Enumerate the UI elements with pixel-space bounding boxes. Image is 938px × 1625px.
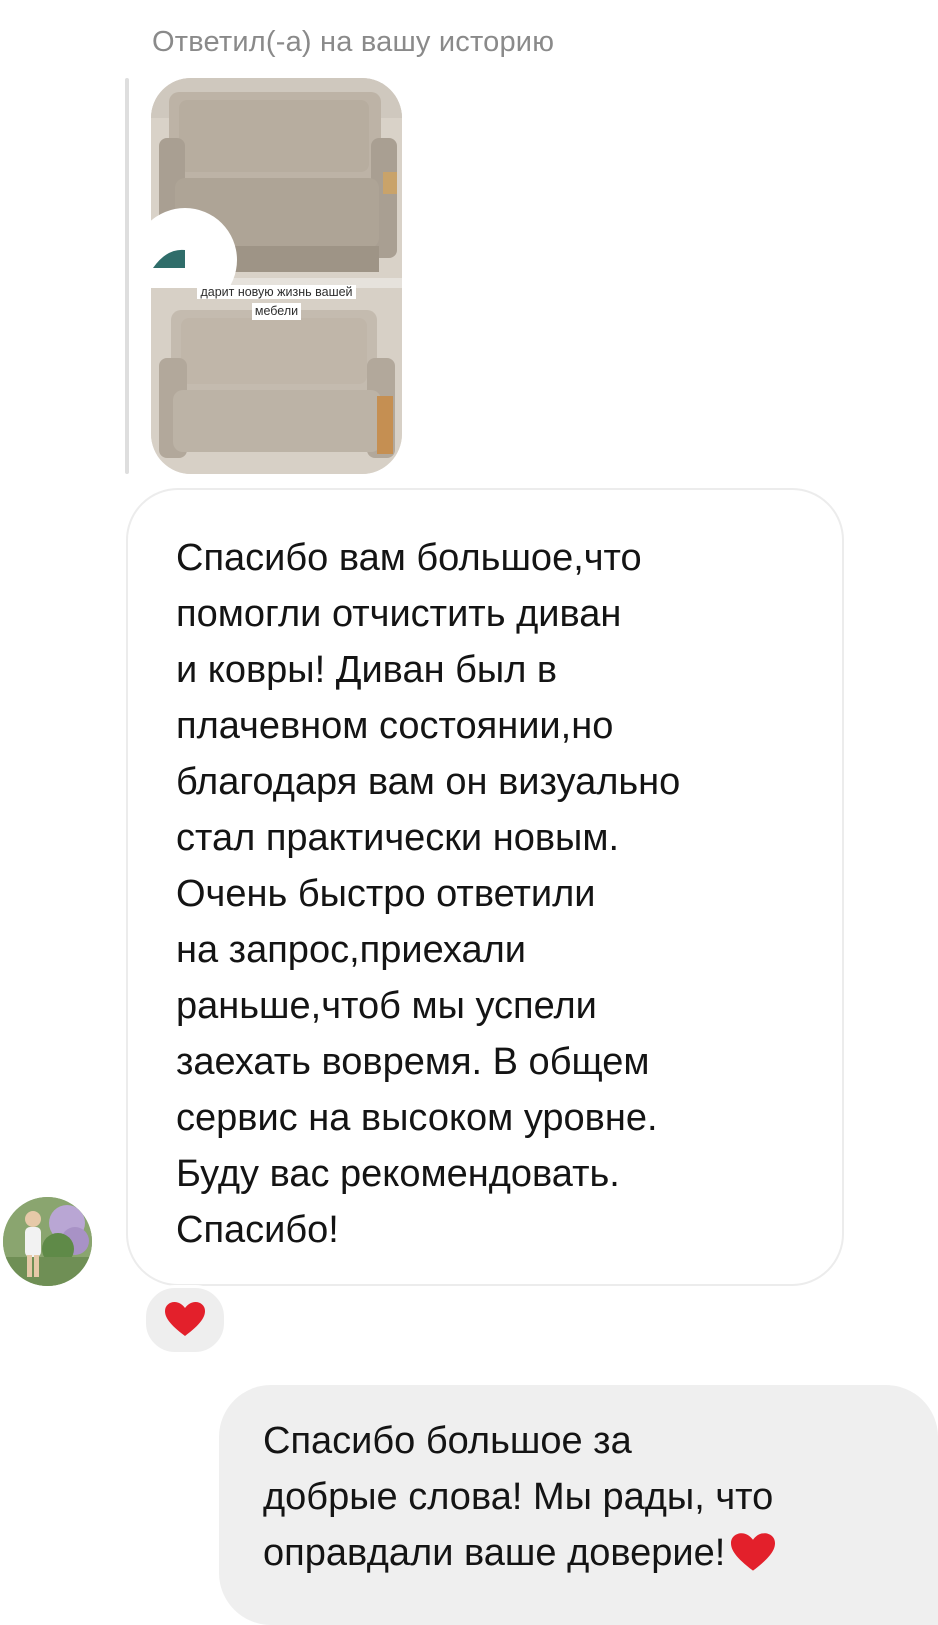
before-after-sofa-image <box>151 78 402 474</box>
story-preview-thumbnail[interactable]: дарит новую жизнь вашей мебели <box>151 78 402 474</box>
incoming-message-bubble[interactable]: Спасибо вам большое,что помогли отчистит… <box>126 488 844 1286</box>
reply-quote-bar <box>125 78 129 474</box>
sender-avatar[interactable] <box>3 1197 92 1286</box>
heart-icon <box>731 1533 776 1589</box>
story-caption: дарит новую жизнь вашей мебели <box>151 284 402 320</box>
avatar-photo <box>3 1197 92 1286</box>
message-reaction[interactable] <box>143 1285 227 1355</box>
story-caption-line-1: дарит новую жизнь вашей <box>197 285 356 299</box>
story-caption-line-2: мебели <box>251 303 302 320</box>
outgoing-message-text: Спасибо большое за добрые слова! Мы рады… <box>263 1420 774 1574</box>
outgoing-message-bubble[interactable]: Спасибо большое за добрые слова! Мы рады… <box>219 1385 938 1625</box>
story-reply-label: Ответил(-а) на вашу историю <box>152 26 555 58</box>
heart-icon <box>165 1302 205 1336</box>
